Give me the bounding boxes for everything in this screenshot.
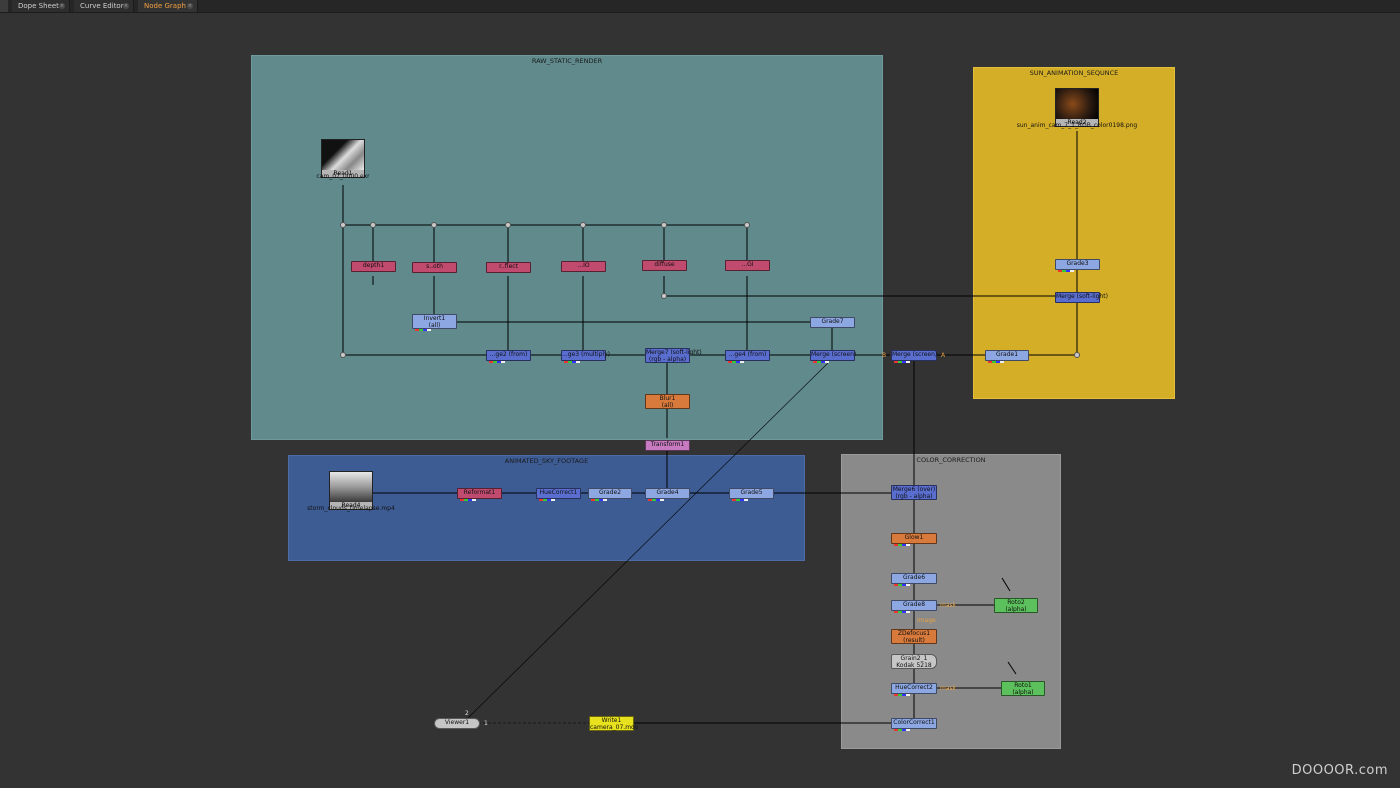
a-input-label: A	[941, 352, 946, 359]
channel-indicator	[1058, 270, 1074, 272]
read2-thumbnail	[1056, 89, 1098, 119]
node-graph-canvas[interactable]: RAW_STATIC_RENDER SUN_ANIMATION_SEQUNCE …	[0, 13, 1400, 788]
transform1-node[interactable]: Transform1	[645, 440, 690, 451]
zdefocus1-node[interactable]: ZDefocus1 (result)	[891, 629, 937, 644]
tab-dope-sheet[interactable]: Dope Sheet ×	[12, 0, 70, 12]
pane-menu-icon[interactable]	[0, 0, 8, 12]
channel-indicator	[894, 611, 910, 613]
dot-node[interactable]	[431, 222, 437, 228]
invert1-node[interactable]: Invert1 (all)	[412, 314, 457, 331]
merge7-node[interactable]: Merge7 (soft-light) (rgb - alpha)	[645, 348, 702, 363]
shuffle-node[interactable]: ...IO	[561, 261, 606, 272]
tab-label: Curve Editor	[80, 2, 124, 10]
dot-node[interactable]	[340, 352, 346, 358]
grade5-node[interactable]: Grade5	[729, 488, 774, 501]
merge-screen-node[interactable]: Merge (screen)	[810, 350, 856, 363]
grade2-node[interactable]: Grade2	[588, 488, 632, 501]
reformat1-node[interactable]: Reformat1	[457, 488, 502, 501]
mask-input-label: mask	[940, 602, 957, 609]
image-input-label: image	[917, 617, 936, 624]
read1-thumbnail	[322, 140, 364, 170]
dot-node[interactable]	[370, 222, 376, 228]
channel-indicator	[894, 544, 910, 546]
b-input-label: B	[882, 352, 887, 359]
huecorrect2-node[interactable]: HueCorrect2	[891, 683, 937, 696]
read2-file: sun_anim_cam_7_1_RGB_color0198.png	[1016, 122, 1138, 129]
close-icon[interactable]: ×	[59, 3, 65, 9]
read4-thumbnail	[330, 472, 372, 502]
channel-indicator	[415, 329, 431, 331]
grade6-node[interactable]: Grade6	[891, 573, 937, 586]
mask-input-label: mask	[940, 685, 957, 692]
shuffle-node[interactable]: r..flect	[486, 262, 531, 273]
shuffle-node[interactable]: ...GI	[725, 260, 770, 271]
close-icon[interactable]: ×	[187, 3, 193, 9]
viewer1-node[interactable]: Viewer1	[434, 718, 480, 729]
read4-file: storm_clouds_timelapse.mp4	[307, 505, 395, 512]
channel-indicator	[728, 361, 744, 363]
channel-indicator	[894, 729, 910, 731]
merge-from-node[interactable]: ...ge4 (from)	[725, 350, 770, 363]
grain2-node[interactable]: Grain2_1 Kodak 5218	[891, 654, 937, 669]
tab-curve-editor[interactable]: Curve Editor ×	[74, 0, 134, 12]
write1-node[interactable]: Write1 camera_07.mov	[589, 716, 638, 731]
merge-screen-node[interactable]: Merge (screen)	[891, 350, 937, 363]
channel-indicator	[489, 361, 505, 363]
shuffle-node[interactable]: s..oth	[412, 262, 457, 273]
grade4-node[interactable]: Grade4	[645, 488, 690, 501]
channel-indicator	[988, 361, 1004, 363]
roto2-node[interactable]: Roto2 (alpha)	[994, 598, 1038, 613]
channel-indicator	[894, 361, 910, 363]
tab-node-graph[interactable]: Node Graph ×	[138, 0, 198, 12]
dot-node[interactable]	[661, 293, 667, 299]
blur1-node[interactable]: Blur1 (all)	[645, 394, 690, 409]
grade1-node[interactable]: Grade1	[985, 350, 1029, 363]
dot-node[interactable]	[661, 222, 667, 228]
glow1-node[interactable]: Glow1	[891, 533, 937, 546]
grade7-node[interactable]: Grade7	[810, 317, 855, 328]
viewer-input-label: 2	[465, 710, 469, 717]
close-icon[interactable]: ×	[123, 3, 129, 9]
dot-node[interactable]	[744, 222, 750, 228]
merge-multiply-node[interactable]: ...ge3 (multiply)	[561, 350, 610, 363]
viewer-input-label: 1	[484, 720, 488, 727]
tab-label: Node Graph	[144, 2, 186, 10]
channel-indicator	[732, 499, 748, 501]
channel-indicator	[539, 499, 555, 501]
merge-soft-light-node[interactable]: Merge (soft-light)	[1055, 292, 1108, 303]
channel-indicator	[591, 499, 607, 501]
dot-node[interactable]	[1074, 352, 1080, 358]
channel-indicator	[813, 361, 829, 363]
channel-indicator	[648, 499, 664, 501]
colorcorrect1-node[interactable]: ColorCorrect1	[891, 718, 937, 731]
node-connections	[342, 131, 1078, 724]
channel-indicator	[894, 694, 910, 696]
channel-indicator	[894, 584, 910, 586]
huecorrect1-node[interactable]: HueCorrect1	[536, 488, 581, 501]
grade3-node[interactable]: Grade3	[1055, 259, 1100, 272]
channel-indicator	[460, 499, 476, 501]
merge6-node[interactable]: Merge6 (over) (rgb - alpha)	[891, 485, 937, 500]
merge-from-node[interactable]: ...ge2 (from)	[486, 350, 531, 363]
watermark-text: DOOOOR.com	[1291, 763, 1388, 778]
dot-node[interactable]	[340, 222, 346, 228]
channel-indicator	[564, 361, 580, 363]
dot-node[interactable]	[505, 222, 511, 228]
tab-label: Dope Sheet	[18, 2, 59, 10]
roto1-node[interactable]: Roto1 (alpha)	[1001, 681, 1045, 696]
dot-node[interactable]	[580, 222, 586, 228]
tab-bar: Dope Sheet × Curve Editor × Node Graph ×	[0, 0, 1400, 13]
grade8-node[interactable]: Grade8	[891, 600, 937, 613]
read1-file: cam_07_0000.exr	[316, 173, 370, 180]
shuffle-depth1[interactable]: depth1	[351, 261, 396, 272]
shuffle-node[interactable]: diffuse	[642, 260, 687, 271]
